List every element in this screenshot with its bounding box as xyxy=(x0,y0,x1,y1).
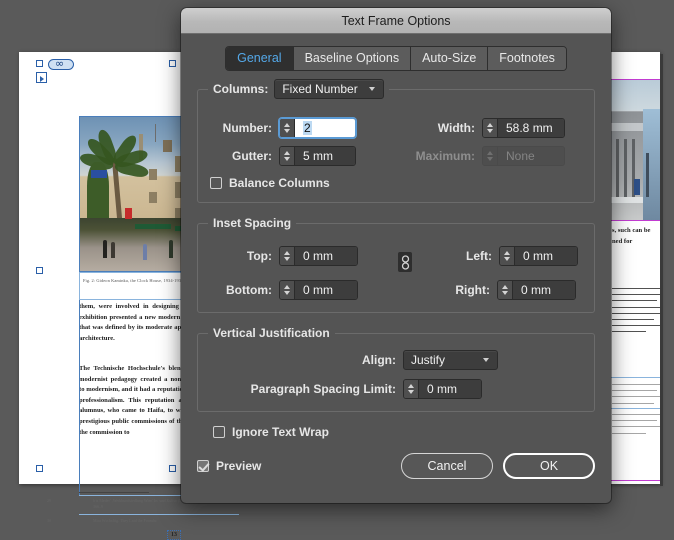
tab-baseline-options[interactable]: Baseline Options xyxy=(294,47,412,70)
gutter-label: Gutter: xyxy=(210,149,272,163)
right-footnote-lines xyxy=(612,384,660,409)
vertical-justification-legend: Vertical Justification xyxy=(208,326,335,340)
paragraph-spacing-limit-stepper[interactable] xyxy=(404,380,419,398)
preview-label: Preview xyxy=(216,459,261,473)
page-shadow xyxy=(660,54,663,486)
width-value: 58.8 mm xyxy=(498,119,564,137)
align-select[interactable]: Justify xyxy=(403,350,498,370)
inset-spacing-group: Inset Spacing Top: 0 mm Left: xyxy=(197,223,595,313)
footnote-30-text: Mira Wschaftig, They Laid the Foundat xyxy=(93,518,157,523)
preview-checkbox[interactable] xyxy=(197,460,209,472)
inset-right-label: Right: xyxy=(442,283,490,297)
inset-bottom-field[interactable]: 0 mm xyxy=(279,280,358,300)
chevron-down-icon xyxy=(369,87,376,92)
inset-top-field[interactable]: 0 mm xyxy=(279,246,358,266)
selection-handle-tl[interactable] xyxy=(36,60,43,67)
inset-top-stepper[interactable] xyxy=(280,247,295,265)
width-label: Width: xyxy=(363,121,475,135)
footnote-29-number: 29 xyxy=(47,498,51,503)
inset-right-field[interactable]: 0 mm xyxy=(497,280,576,300)
inset-top-label: Top: xyxy=(210,249,272,263)
tab-general[interactable]: General xyxy=(226,47,293,70)
inset-bottom-label: Bottom: xyxy=(210,283,272,297)
inset-top-value: 0 mm xyxy=(295,247,357,265)
inset-bottom-stepper[interactable] xyxy=(280,281,295,299)
tab-footnotes[interactable]: Footnotes xyxy=(488,47,566,70)
columns-type-select[interactable]: Fixed Number xyxy=(274,79,384,99)
width-stepper[interactable] xyxy=(483,119,498,137)
dialog-footer: Preview Cancel OK xyxy=(181,453,611,479)
inset-left-stepper[interactable] xyxy=(500,247,515,265)
paragraph-spacing-limit-label: Paragraph Spacing Limit: xyxy=(222,382,396,396)
width-field[interactable]: 58.8 mm xyxy=(482,118,565,138)
maximum-label: Maximum: xyxy=(363,149,475,163)
selection-handle-bl[interactable] xyxy=(36,465,43,472)
gutter-value: 5 mm xyxy=(295,147,355,165)
text-frame-options-dialog: Text Frame Options General Baseline Opti… xyxy=(181,8,611,503)
balance-columns-label: Balance Columns xyxy=(229,176,330,190)
inset-left-label: Left: xyxy=(444,249,492,263)
dialog-title: Text Frame Options xyxy=(341,14,450,28)
selection-handle-ml[interactable] xyxy=(36,267,43,274)
right-image-frame[interactable] xyxy=(610,79,662,221)
right-column-lines xyxy=(612,288,660,338)
number-stepper[interactable] xyxy=(280,119,295,137)
inset-left-value: 0 mm xyxy=(515,247,577,265)
maximum-value: None xyxy=(498,147,564,165)
dialog-titlebar[interactable]: Text Frame Options xyxy=(181,8,611,34)
balance-columns-checkbox[interactable] xyxy=(210,177,222,189)
inset-spacing-legend: Inset Spacing xyxy=(208,216,296,230)
maximum-stepper xyxy=(483,147,498,165)
number-field[interactable]: 2 xyxy=(279,118,356,138)
paragraph-spacing-limit-value: 0 mm xyxy=(419,380,481,398)
gutter-stepper[interactable] xyxy=(280,147,295,165)
text-inport-icon[interactable] xyxy=(36,72,47,83)
footnote-30-number: 30 xyxy=(47,518,51,523)
chain-link-icon[interactable] xyxy=(398,252,412,272)
inset-right-value: 0 mm xyxy=(513,281,575,299)
ok-button[interactable]: OK xyxy=(503,453,595,479)
maximum-field: None xyxy=(482,146,565,166)
vertical-justification-group: Vertical Justification Align: Justify Pa… xyxy=(197,333,595,412)
ignore-text-wrap-label: Ignore Text Wrap xyxy=(232,425,329,439)
chevron-down-icon-align xyxy=(483,358,490,363)
columns-type-value: Fixed Number xyxy=(282,82,357,96)
columns-group: Columns: Fixed Number Number: 2 Width: 5… xyxy=(197,89,595,203)
inset-right-stepper[interactable] xyxy=(498,281,513,299)
tab-auto-size[interactable]: Auto-Size xyxy=(411,47,488,70)
cancel-button[interactable]: Cancel xyxy=(401,453,493,479)
selection-handle-tr[interactable] xyxy=(169,60,176,67)
gutter-field[interactable]: 5 mm xyxy=(279,146,356,166)
number-value: 2 xyxy=(303,121,312,135)
page-number-badge: 13 xyxy=(167,530,181,540)
figure-caption: Fig. 2: Gideon Kaminka, the Clock House,… xyxy=(83,278,185,283)
right-footnote-lines-2 xyxy=(612,414,660,439)
selection-handle-br[interactable] xyxy=(169,465,176,472)
inset-bottom-value: 0 mm xyxy=(295,281,357,299)
link-badge-icon xyxy=(48,59,74,70)
inset-left-field[interactable]: 0 mm xyxy=(499,246,578,266)
dialog-tabs: General Baseline Options Auto-Size Footn… xyxy=(197,46,595,71)
columns-type-label: Columns: xyxy=(213,82,268,96)
number-label: Number: xyxy=(210,121,272,135)
paragraph-spacing-limit-field[interactable]: 0 mm xyxy=(403,379,482,399)
align-value: Justify xyxy=(411,353,445,367)
ignore-text-wrap-checkbox[interactable] xyxy=(213,426,225,438)
align-label: Align: xyxy=(350,353,396,367)
